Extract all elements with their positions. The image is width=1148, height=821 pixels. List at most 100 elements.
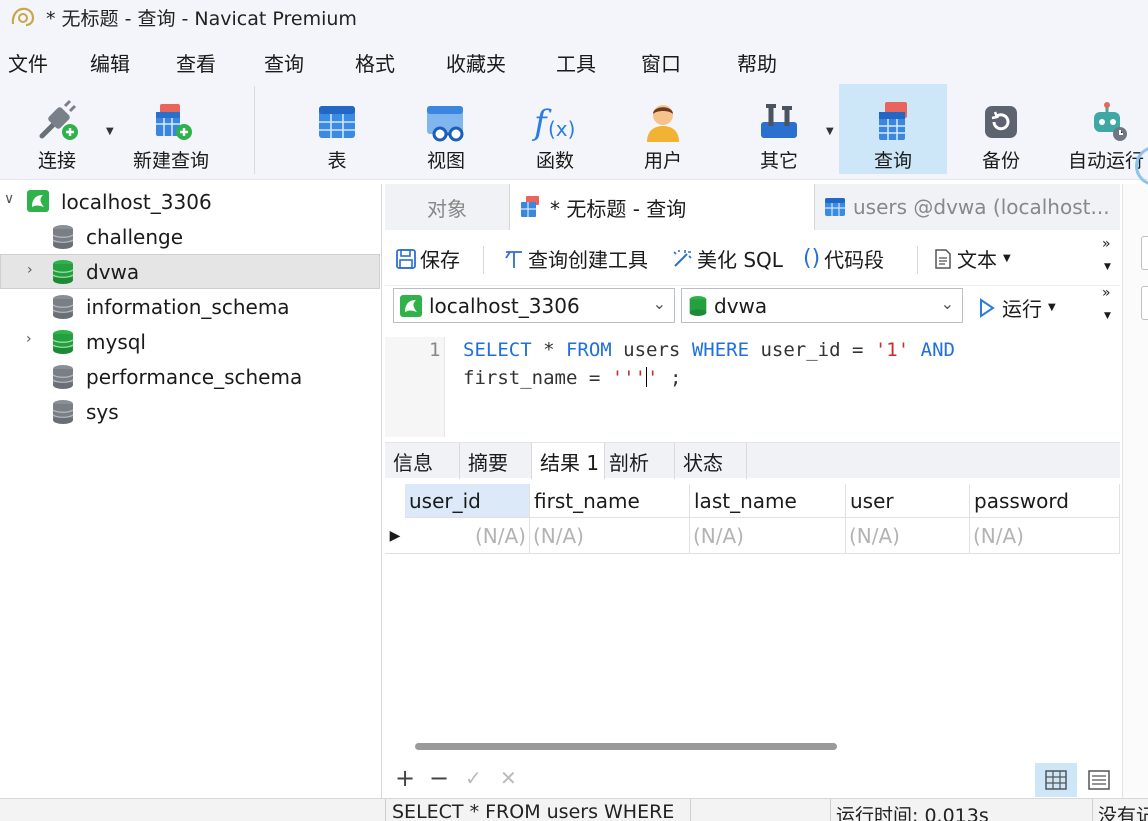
- query-builder-icon: [503, 248, 525, 270]
- horizontal-scrollbar[interactable]: [415, 743, 837, 750]
- beautify-sql-button[interactable]: 美化 SQL: [671, 244, 783, 273]
- connection-select[interactable]: localhost_3306 ⌄: [393, 288, 675, 323]
- view-button[interactable]: 视图: [413, 84, 479, 174]
- sql-line-1[interactable]: SELECT * FROM users WHERE user_id = '1' …: [463, 339, 955, 361]
- tab-summary[interactable]: 摘要: [460, 443, 532, 479]
- other-button[interactable]: 其它: [746, 84, 812, 174]
- other-dropdown-icon[interactable]: ▼: [826, 126, 834, 137]
- play-icon: [978, 297, 996, 319]
- grid-cell-value: (N/A): [693, 523, 744, 548]
- tab-info[interactable]: 信息: [385, 443, 460, 479]
- column-header-user-id[interactable]: user_id: [405, 484, 530, 518]
- tree-db-challenge[interactable]: challenge: [0, 219, 380, 254]
- tab-result-1[interactable]: 结果 1: [531, 443, 605, 479]
- sql-text: ;: [658, 367, 682, 389]
- backup-button[interactable]: 备份: [968, 84, 1034, 174]
- function-button[interactable]: f (x) 函数: [522, 84, 588, 174]
- connect-label: 连接: [37, 150, 76, 172]
- backup-icon: [979, 84, 1023, 144]
- column-header-user[interactable]: user: [846, 484, 970, 518]
- menu-window[interactable]: 窗口: [641, 48, 681, 77]
- toolbar-overflow-icon[interactable]: »: [1102, 236, 1111, 252]
- sql-keyword: FROM: [565, 339, 612, 361]
- result-grid[interactable]: user_id first_name last_name user passwo…: [385, 480, 1120, 732]
- tree-connection-localhost[interactable]: ∨ localhost_3306: [0, 184, 380, 219]
- toolbar-overflow-caret-icon[interactable]: ▼: [1104, 262, 1111, 272]
- pane-input[interactable]: [1141, 286, 1148, 320]
- tree-db-sys[interactable]: sys: [0, 394, 380, 429]
- expand-icon[interactable]: ›: [27, 262, 33, 278]
- tree-db-mysql[interactable]: › mysql: [0, 324, 380, 359]
- form-view-button[interactable]: [1085, 763, 1113, 797]
- database-icon: [51, 399, 75, 429]
- save-icon: [395, 248, 417, 270]
- tab-users-table[interactable]: users @dvwa (localhost...: [815, 184, 1120, 230]
- menu-view[interactable]: 查看: [176, 48, 216, 77]
- mysql-connection-icon: [26, 189, 50, 217]
- menu-bar: 文件 编辑 查看 查询 格式 收藏夹 工具 窗口 帮助: [0, 34, 1148, 84]
- tree-db-label: dvwa: [86, 259, 140, 284]
- save-button[interactable]: 保存: [395, 244, 460, 273]
- query-button[interactable]: 查询: [839, 84, 947, 174]
- text-mode-label: 文本: [957, 248, 997, 272]
- grid-cell[interactable]: (N/A): [530, 518, 690, 554]
- navicat-logo-icon: [10, 6, 36, 28]
- user-button[interactable]: 用户: [630, 84, 696, 174]
- tab-profile[interactable]: 剖析: [603, 443, 675, 479]
- grid-cell[interactable]: (N/A): [846, 518, 970, 554]
- selector-overflow-icon[interactable]: »: [1102, 285, 1111, 301]
- delete-record-icon[interactable]: −: [429, 764, 449, 792]
- query-toolbar: 保存 查询创建工具 美化 SQL () 代码段 文本 ▼ » ▼: [385, 232, 1120, 286]
- table-tab-icon: [823, 195, 847, 219]
- menu-query[interactable]: 查询: [264, 48, 304, 77]
- code-snippet-label: 代码段: [824, 248, 885, 272]
- menu-tools[interactable]: 工具: [556, 48, 596, 77]
- expand-icon[interactable]: ›: [26, 331, 32, 347]
- pane-input[interactable]: [1141, 236, 1148, 270]
- connect-button[interactable]: 连接: [22, 84, 92, 174]
- table-button[interactable]: 表: [305, 84, 369, 174]
- collapse-icon[interactable]: ∨: [4, 191, 14, 207]
- column-header-label: last_name: [694, 488, 797, 513]
- tree-db-information-schema[interactable]: information_schema: [0, 289, 380, 324]
- selector-overflow-caret-icon[interactable]: ▼: [1104, 311, 1111, 321]
- text-mode-button[interactable]: 文本 ▼: [933, 244, 1011, 273]
- status-bar: SELECT * FROM users WHERE 运行时间: 0.013s 没…: [0, 798, 1148, 821]
- menu-help[interactable]: 帮助: [737, 48, 777, 77]
- tab-query-untitled[interactable]: * 无标题 - 查询: [509, 184, 815, 230]
- menu-edit[interactable]: 编辑: [90, 48, 130, 77]
- sql-editor[interactable]: 1 SELECT * FROM users WHERE user_id = '1…: [385, 337, 1120, 437]
- code-snippet-button[interactable]: () 代码段: [803, 244, 884, 273]
- column-header-password[interactable]: password: [970, 484, 1120, 518]
- column-header-last-name[interactable]: last_name: [690, 484, 846, 518]
- run-button[interactable]: 运行 ▼: [978, 293, 1056, 322]
- mysql-connection-icon: [399, 294, 423, 318]
- connect-dropdown-icon[interactable]: ▼: [106, 126, 114, 137]
- menu-file[interactable]: 文件: [8, 48, 48, 77]
- new-query-button[interactable]: 新建查询: [126, 84, 216, 174]
- chevron-down-icon: ⌄: [652, 294, 666, 313]
- tree-db-dvwa[interactable]: › dvwa: [0, 254, 380, 289]
- add-record-icon[interactable]: +: [395, 764, 415, 792]
- sql-line-2[interactable]: first_name = '''' ;: [463, 367, 681, 389]
- discard-x-icon[interactable]: ✕: [500, 766, 517, 790]
- column-header-first-name[interactable]: first_name: [530, 484, 690, 518]
- menu-favorites[interactable]: 收藏夹: [446, 48, 506, 77]
- grid-cell[interactable]: (N/A): [970, 518, 1120, 554]
- navigation-pane: ∨ localhost_3306 challenge › dvwa inform…: [0, 184, 382, 798]
- sql-keyword: SELECT: [463, 339, 532, 361]
- database-select[interactable]: dvwa ⌄: [681, 288, 963, 323]
- query-builder-button[interactable]: 查询创建工具: [503, 244, 648, 273]
- grid-view-button[interactable]: [1035, 763, 1077, 797]
- user-label: 用户: [643, 150, 682, 172]
- grid-cell[interactable]: (N/A): [405, 518, 530, 554]
- apply-check-icon[interactable]: ✓: [465, 766, 482, 790]
- menu-format[interactable]: 格式: [355, 48, 395, 77]
- tree-db-performance-schema[interactable]: performance_schema: [0, 359, 380, 394]
- tab-status[interactable]: 状态: [675, 443, 747, 479]
- tab-objects[interactable]: 对象: [385, 184, 509, 230]
- database-icon: [51, 294, 75, 324]
- tab-result-1-label: 结果 1: [540, 450, 600, 475]
- grid-cell[interactable]: (N/A): [690, 518, 846, 554]
- result-tabs: 信息 摘要 结果 1 剖析 状态: [385, 442, 1120, 479]
